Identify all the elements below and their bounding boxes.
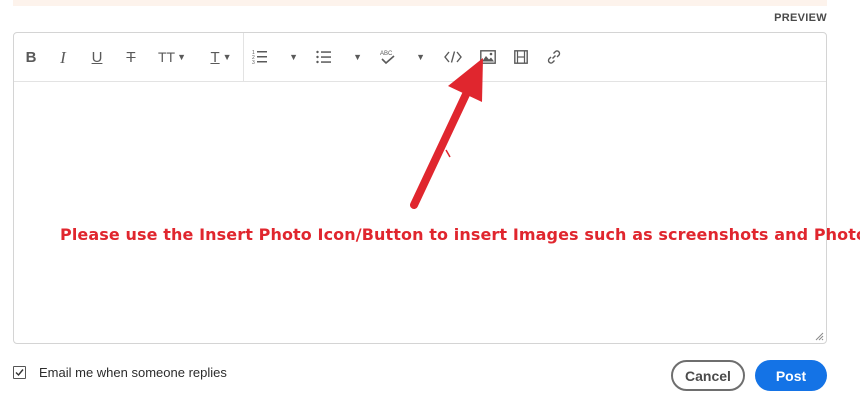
svg-text:ABC: ABC — [380, 51, 393, 57]
italic-icon: I — [60, 47, 66, 67]
chevron-down-icon: ▼ — [289, 52, 298, 62]
resize-handle-icon[interactable] — [815, 332, 824, 341]
underline-icon: U — [91, 48, 103, 66]
email-checkbox[interactable] — [13, 366, 26, 379]
annotation-text: Please use the Insert Photo Icon/Button … — [60, 225, 860, 244]
film-icon — [514, 50, 528, 64]
numbered-list-button[interactable]: 1 2 3 ▼ — [252, 45, 298, 69]
italic-button[interactable]: I — [54, 45, 72, 69]
strikethrough-icon: T — [126, 48, 136, 66]
bulleted-list-button[interactable]: ▼ — [316, 45, 362, 69]
chevron-down-icon: ▼ — [416, 52, 425, 62]
text-color-icon: T — [210, 48, 220, 66]
toolbar-divider — [243, 33, 244, 81]
insert-link-button[interactable] — [543, 45, 565, 69]
image-icon — [480, 50, 496, 64]
checkmark-icon — [15, 369, 24, 377]
svg-text:3: 3 — [252, 60, 255, 65]
bulleted-list-icon — [316, 50, 331, 64]
email-notify-option: Email me when someone replies — [13, 365, 227, 380]
editor-content-area[interactable]: Please use the Insert Photo Icon/Button … — [14, 82, 860, 343]
bold-icon: B — [25, 48, 37, 66]
font-size-button[interactable]: TT ▼ — [155, 45, 189, 69]
insert-photo-button[interactable] — [477, 45, 499, 69]
text-color-button[interactable]: T ▼ — [202, 45, 240, 69]
code-button[interactable] — [442, 45, 464, 69]
insert-video-button[interactable] — [510, 45, 532, 69]
link-icon — [547, 50, 561, 64]
numbered-list-icon: 1 2 3 — [252, 50, 267, 65]
rich-text-editor: B I U T TT ▼ T ▼ 1 2 3 ▼ ▼ ABC ▼ Please … — [13, 32, 860, 344]
bold-button[interactable]: B — [22, 45, 40, 69]
post-button[interactable]: Post — [755, 360, 827, 391]
cancel-button[interactable]: Cancel — [671, 360, 745, 391]
font-size-icon: TT — [157, 49, 176, 65]
spellcheck-button[interactable]: ABC ▼ — [379, 45, 425, 69]
chevron-down-icon: ▼ — [177, 52, 187, 62]
code-icon — [444, 51, 462, 63]
strikethrough-button[interactable]: T — [122, 45, 140, 69]
chevron-down-icon: ▼ — [353, 52, 362, 62]
chevron-down-icon: ▼ — [222, 52, 232, 62]
underline-button[interactable]: U — [88, 45, 106, 69]
editor-toolbar: B I U T TT ▼ T ▼ 1 2 3 ▼ ▼ ABC ▼ — [14, 33, 826, 82]
top-banner-strip — [13, 0, 827, 6]
spellcheck-icon: ABC — [380, 51, 395, 65]
email-checkbox-label: Email me when someone replies — [39, 365, 227, 380]
preview-link[interactable]: PREVIEW — [774, 12, 827, 24]
